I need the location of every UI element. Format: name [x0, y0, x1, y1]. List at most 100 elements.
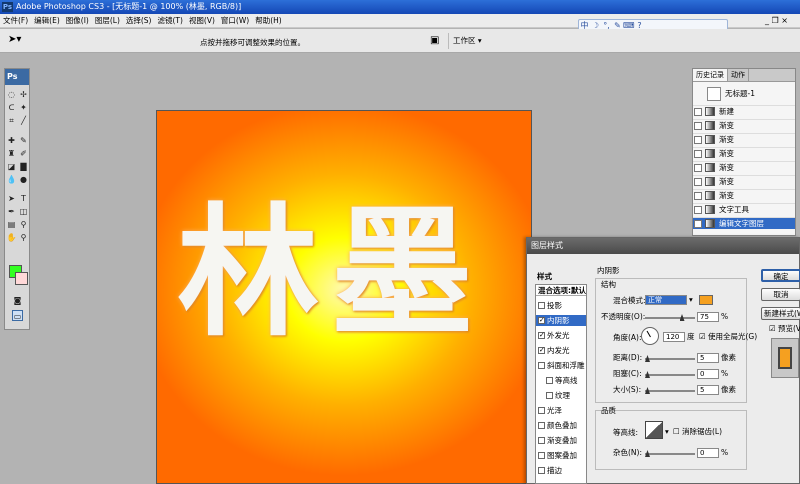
history-state-checkbox[interactable]: [694, 150, 702, 158]
style-checkbox[interactable]: [538, 315, 545, 326]
magic-wand-icon[interactable]: ✦: [18, 102, 29, 113]
history-brush-icon[interactable]: ✐: [18, 148, 29, 159]
global-light-checkbox[interactable]: ☑: [699, 332, 706, 342]
history-item[interactable]: 渐变: [693, 175, 795, 187]
choke-input[interactable]: 0: [697, 369, 719, 379]
choke-slider[interactable]: [645, 371, 695, 378]
menu-filter[interactable]: 滤镜(T): [155, 14, 186, 28]
history-item[interactable]: 渐变: [693, 189, 795, 201]
style-item[interactable]: 颜色叠加: [536, 420, 586, 431]
style-checkbox[interactable]: [538, 451, 545, 459]
style-item[interactable]: 外发光: [536, 330, 586, 341]
lasso-tool-icon[interactable]: ᑕ: [6, 102, 17, 113]
stamp-tool-icon[interactable]: ♜: [6, 148, 17, 159]
history-item[interactable]: 渐变: [693, 133, 795, 145]
style-item[interactable]: 等高线: [536, 375, 586, 386]
history-state-checkbox[interactable]: [694, 136, 702, 144]
workspace-button[interactable]: 工作区 ▾: [448, 33, 508, 49]
style-checkbox[interactable]: [538, 345, 545, 356]
history-item[interactable]: 编辑文字图层: [693, 217, 795, 229]
angle-input[interactable]: 120: [663, 332, 685, 342]
style-item[interactable]: 投影: [536, 300, 586, 311]
style-item[interactable]: 内发光: [536, 345, 586, 356]
quick-mask-icon[interactable]: ◙: [12, 295, 23, 306]
shape-tool-icon[interactable]: ◫: [18, 206, 29, 217]
angle-dial[interactable]: [641, 327, 659, 345]
chevron-down-icon[interactable]: ▾: [689, 295, 693, 305]
style-checkbox[interactable]: [538, 421, 545, 429]
marquee-tool-icon[interactable]: ◌: [6, 89, 17, 100]
history-item[interactable]: 渐变: [693, 119, 795, 131]
history-state-checkbox[interactable]: [694, 220, 702, 228]
move-tool-icon[interactable]: ➤▾: [8, 34, 21, 45]
style-checkbox[interactable]: [538, 406, 545, 414]
menu-help[interactable]: 帮助(H): [252, 14, 285, 28]
antialias-checkbox[interactable]: ☐: [673, 427, 680, 437]
style-item[interactable]: 混合选项:默认: [536, 285, 586, 296]
noise-input[interactable]: 0: [697, 448, 719, 458]
crop-tool-icon[interactable]: ⌗: [6, 115, 17, 126]
preview-checkbox[interactable]: ☑: [769, 324, 776, 334]
tab-history[interactable]: 历史记录: [693, 69, 728, 81]
chevron-down-icon[interactable]: ▾: [665, 427, 669, 437]
style-checkbox[interactable]: [538, 361, 545, 369]
style-checkbox[interactable]: [538, 330, 545, 341]
healing-brush-icon[interactable]: ✚: [6, 135, 17, 146]
close-icon[interactable]: ×: [781, 16, 788, 25]
distance-slider[interactable]: [645, 355, 695, 362]
history-item[interactable]: 渐变: [693, 161, 795, 173]
style-item[interactable]: 描边: [536, 465, 586, 476]
history-state-checkbox[interactable]: [694, 108, 702, 116]
style-checkbox[interactable]: [538, 301, 545, 309]
screen-mode-icon[interactable]: ▭: [12, 310, 23, 321]
type-tool-icon[interactable]: T: [18, 193, 29, 204]
slice-tool-icon[interactable]: ╱: [18, 115, 29, 126]
minimize-icon[interactable]: _: [765, 16, 769, 25]
menu-layer[interactable]: 图层(L): [92, 14, 123, 28]
blend-mode-select[interactable]: 正常: [645, 295, 687, 305]
history-state-checkbox[interactable]: [694, 206, 702, 214]
contour-preview[interactable]: [645, 421, 663, 439]
menu-window[interactable]: 窗口(W): [218, 14, 252, 28]
style-item[interactable]: 斜面和浮雕: [536, 360, 586, 371]
history-item[interactable]: 文字工具: [693, 203, 795, 215]
opacity-input[interactable]: 75: [697, 312, 719, 322]
pen-tool-icon[interactable]: ✒: [6, 206, 17, 217]
shadow-color-swatch[interactable]: [699, 295, 713, 305]
hand-tool-icon[interactable]: ✋: [6, 232, 17, 243]
restore-icon[interactable]: ❐: [772, 16, 779, 25]
history-state-checkbox[interactable]: [694, 192, 702, 200]
palette-well-icon[interactable]: ▣: [430, 35, 439, 46]
style-checkbox[interactable]: [546, 376, 553, 384]
history-snapshot[interactable]: 无标题-1: [695, 85, 795, 103]
menu-edit[interactable]: 编辑(E): [31, 14, 63, 28]
history-state-checkbox[interactable]: [694, 178, 702, 186]
path-select-icon[interactable]: ➤: [6, 193, 17, 204]
brush-tool-icon[interactable]: ✎: [18, 135, 29, 146]
history-item[interactable]: 渐变: [693, 147, 795, 159]
eyedropper-icon[interactable]: ⚲: [18, 219, 29, 230]
history-state-checkbox[interactable]: [694, 122, 702, 130]
new-style-button[interactable]: 新建样式(W)...: [761, 307, 800, 320]
menu-file[interactable]: 文件(F): [0, 14, 31, 28]
notes-tool-icon[interactable]: ▤: [6, 219, 17, 230]
style-checkbox[interactable]: [538, 436, 545, 444]
dodge-tool-icon[interactable]: ●: [18, 174, 29, 185]
zoom-tool-icon[interactable]: ⚲: [18, 232, 29, 243]
gradient-tool-icon[interactable]: ▇: [18, 161, 29, 172]
cancel-button[interactable]: 取消: [761, 288, 800, 301]
style-checkbox[interactable]: [546, 391, 553, 399]
history-state-checkbox[interactable]: [694, 164, 702, 172]
background-color-swatch[interactable]: [15, 272, 28, 285]
style-item[interactable]: 图案叠加: [536, 450, 586, 461]
ok-button[interactable]: 确定: [761, 269, 800, 282]
style-item[interactable]: 内阴影: [536, 315, 586, 326]
move-tool-icon[interactable]: ✢: [18, 89, 29, 100]
noise-slider[interactable]: [645, 450, 695, 457]
style-item[interactable]: 纹理: [536, 390, 586, 401]
blur-tool-icon[interactable]: 💧: [6, 174, 17, 185]
size-slider[interactable]: [645, 387, 695, 394]
menu-select[interactable]: 选择(S): [123, 14, 155, 28]
style-checkbox[interactable]: [538, 466, 545, 474]
opacity-slider[interactable]: [645, 314, 695, 321]
